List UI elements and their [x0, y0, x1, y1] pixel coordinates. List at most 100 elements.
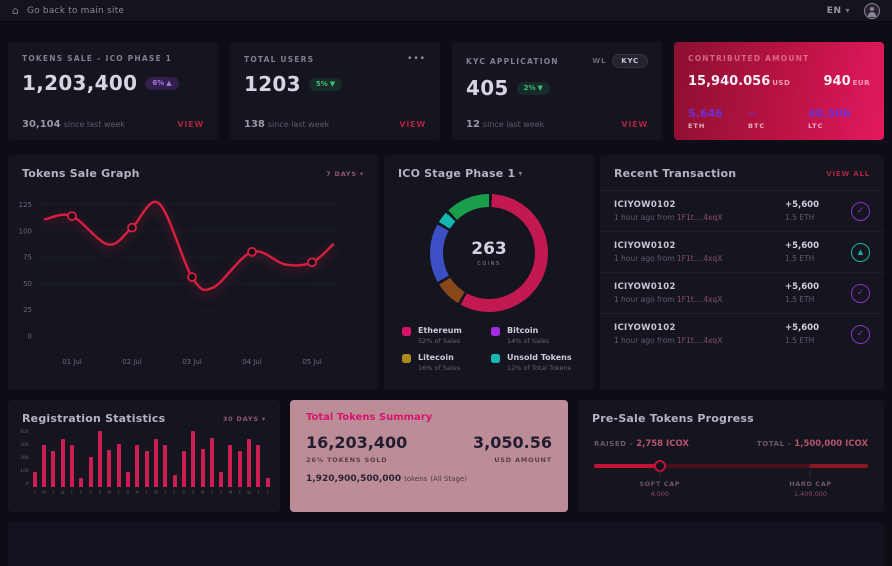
- raised-amount: RAISED -2,758 ICOX: [594, 431, 689, 450]
- view-button[interactable]: VIEW: [621, 120, 648, 129]
- back-to-site[interactable]: ⌂ Go back to main site: [12, 4, 124, 17]
- tokens-sale-value: 1,203,400: [22, 71, 137, 95]
- presale-progress-slider: SOFT CAP 4,000 HARD CAP 1,400,000: [594, 464, 868, 468]
- footer-strip: [8, 522, 884, 566]
- recent-transactions-panel: Recent Transaction VIEW ALL ICIYOW0102 1…: [600, 155, 884, 390]
- toggle-wl[interactable]: WL: [592, 57, 606, 65]
- check-status-icon[interactable]: ✓: [851, 284, 870, 303]
- registration-bar: [145, 451, 149, 487]
- more-menu-icon[interactable]: •••: [407, 54, 426, 64]
- trend-badge: 6%▲: [145, 77, 178, 90]
- line-data-point: [188, 273, 196, 281]
- toggle-kyc[interactable]: KYC: [612, 54, 648, 68]
- soft-cap-marker: SOFT CAP 4,000: [620, 480, 700, 498]
- arrow-down-icon: ▼: [538, 84, 543, 92]
- registration-bar: [33, 472, 37, 487]
- panel-title: Registration Statistics: [22, 412, 165, 425]
- ico-stage-donut-chart: 263 COINS: [430, 194, 548, 312]
- registration-bar: [61, 439, 65, 487]
- chevron-down-icon: ▾: [262, 415, 266, 423]
- line-data-point: [128, 224, 136, 232]
- presale-progress-panel: Pre-Sale Tokens Progress RAISED -2,758 I…: [578, 400, 884, 512]
- registration-bar: [256, 445, 260, 487]
- line-data-point: [308, 258, 316, 266]
- eur-amount: 940EUR: [824, 70, 871, 89]
- registration-bar: [98, 431, 102, 487]
- donut-legend: Ethereum52% of SalesBitcoin14% of SalesL…: [384, 312, 594, 372]
- svg-text:75: 75: [23, 254, 32, 262]
- registration-bar: [201, 449, 205, 488]
- registration-bar: [210, 438, 214, 487]
- transaction-row[interactable]: ICIYOW0102 1 hour ago from 1F1t....4xqX …: [600, 313, 884, 354]
- registration-bar: [191, 431, 195, 487]
- svg-text:04 Jul: 04 Jul: [242, 358, 262, 366]
- check-status-icon[interactable]: ✓: [851, 325, 870, 344]
- arrow-up-icon: ▲: [166, 79, 171, 87]
- svg-text:25: 25: [23, 306, 32, 314]
- panel-title: Recent Transaction: [614, 167, 736, 180]
- transaction-row[interactable]: ICIYOW0102 1 hour ago from 1F1t....4xqX …: [600, 190, 884, 231]
- tx-amount: +5,6001.5 ETH: [785, 282, 837, 304]
- topbar: ⌂ Go back to main site EN ▾: [0, 0, 892, 22]
- language-selector[interactable]: EN ▾: [827, 6, 850, 16]
- trend-badge: 5%▼: [309, 78, 342, 91]
- check-status-icon[interactable]: ✓: [851, 202, 870, 221]
- registration-bar: [42, 445, 46, 487]
- panel-title: Tokens Sale Graph: [22, 167, 140, 180]
- registration-statistics-panel: Registration Statistics 30 DAYS▾ 4003002…: [8, 400, 280, 512]
- registration-bar: [107, 450, 111, 487]
- registration-bar: [266, 478, 270, 487]
- registration-bar: [247, 439, 251, 487]
- tokens-sale-graph-panel: Tokens Sale Graph 7 DAYS▾ 12510075502500…: [8, 155, 378, 390]
- range-dropdown[interactable]: 30 DAYS▾: [223, 415, 266, 423]
- registration-bar: [126, 472, 130, 487]
- trend-badge: 2%▼: [517, 82, 550, 95]
- registration-bar: [117, 444, 121, 487]
- registration-bar: [219, 472, 223, 487]
- card-contributed-amount: CONTRIBUTED AMOUNT 15,940.056USD 940EUR …: [674, 42, 884, 140]
- eth-status-icon[interactable]: ▲: [851, 243, 870, 262]
- registration-bar: [79, 478, 83, 487]
- svg-text:03 Jul: 03 Jul: [182, 358, 202, 366]
- view-button[interactable]: VIEW: [399, 120, 426, 129]
- panel-title: Total Tokens Summary: [306, 412, 552, 423]
- card-tokens-sale: TOKENS SALE – ICO PHASE 1 1,203,400 6%▲ …: [8, 42, 218, 140]
- transaction-row[interactable]: ICIYOW0102 1 hour ago from 1F1t....4xqX …: [600, 272, 884, 313]
- range-dropdown[interactable]: 7 DAYS▾: [326, 170, 364, 178]
- registration-bar: [89, 457, 93, 487]
- user-avatar[interactable]: [864, 3, 880, 19]
- card-total-users: TOTAL USERS ••• 1203 5%▼ 138since last w…: [230, 42, 440, 140]
- tokens-sold-block: 16,203,400 26% TOKENS SOLD: [306, 433, 407, 464]
- home-icon: ⌂: [12, 4, 19, 17]
- chevron-down-icon: ▾: [360, 170, 364, 178]
- back-link-label: Go back to main site: [27, 6, 124, 16]
- tx-info: ICIYOW0102 1 hour ago from 1F1t....4xqX: [614, 200, 785, 222]
- ico-stage-dropdown[interactable]: ICO Stage Phase 1▾: [398, 167, 523, 180]
- svg-text:100: 100: [19, 227, 32, 235]
- svg-text:05 Jul: 05 Jul: [302, 358, 322, 366]
- view-all-link[interactable]: VIEW ALL: [826, 170, 870, 178]
- legend-swatch: [491, 327, 500, 336]
- transaction-row[interactable]: ICIYOW0102 1 hour ago from 1F1t....4xqX …: [600, 231, 884, 272]
- legend-swatch: [402, 327, 411, 336]
- card-title: KYC APPLICATION: [466, 57, 559, 66]
- svg-text:50: 50: [23, 280, 32, 288]
- registration-bar: [163, 445, 167, 487]
- usd-amount-block: 3,050.56 USD AMOUNT: [473, 433, 552, 464]
- card-title: CONTRIBUTED AMOUNT: [688, 54, 809, 63]
- registration-bar: [228, 445, 232, 487]
- card-kyc-application: KYC APPLICATION WL KYC 405 2%▼ 12since l…: [452, 42, 662, 140]
- registration-bar: [70, 445, 74, 487]
- card-title: TOTAL USERS: [244, 55, 314, 64]
- panel-title: Pre-Sale Tokens Progress: [592, 412, 754, 425]
- legend-item: Unsold Tokens12% of Total Tokens: [491, 353, 576, 372]
- delta-value: 12since last week: [466, 119, 544, 130]
- registration-bar: [173, 475, 177, 487]
- registration-bar-chart: 4003002001000 SMTWTFSSMTSMTWTFSSMTSMTWTF: [8, 427, 280, 495]
- view-button[interactable]: VIEW: [177, 120, 204, 129]
- legend-item: Ethereum52% of Sales: [402, 326, 487, 345]
- arrow-down-icon: ▼: [330, 80, 335, 88]
- legend-swatch: [491, 354, 500, 363]
- total-tokens-line: 1,920,900,500,000tokens(All Stage): [306, 474, 552, 484]
- delta-value: 30,104since last week: [22, 119, 125, 130]
